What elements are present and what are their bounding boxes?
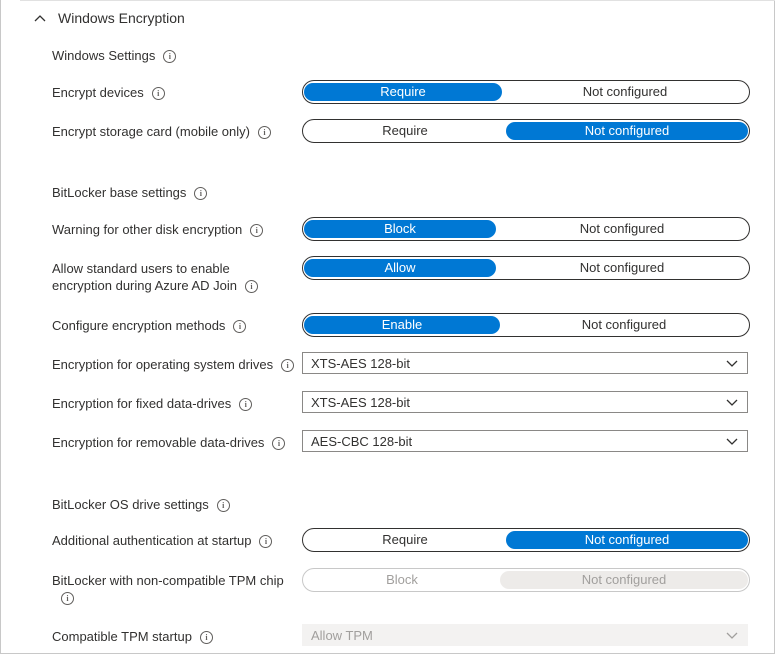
encrypt-storage-card-option-require[interactable]: Require: [304, 122, 506, 140]
info-icon[interactable]: i: [61, 592, 74, 606]
fixed-drives-value: XTS-AES 128-bit: [311, 394, 410, 410]
chevron-down-icon: [726, 438, 738, 445]
info-icon[interactable]: i: [250, 224, 264, 238]
info-icon[interactable]: i: [245, 280, 258, 294]
additional-auth-toggle[interactable]: Require Not configured: [302, 528, 750, 552]
allow-standard-users-toggle[interactable]: Allow Not configured: [302, 256, 750, 280]
warning-other-disk-option-not-configured[interactable]: Not configured: [496, 220, 748, 238]
info-icon[interactable]: i: [233, 320, 247, 334]
encrypt-devices-option-not-configured[interactable]: Not configured: [502, 83, 748, 101]
configure-methods-option-not-configured[interactable]: Not configured: [500, 316, 748, 334]
allow-standard-users-option-not-configured[interactable]: Not configured: [496, 259, 748, 277]
encrypt-storage-card-option-not-configured[interactable]: Not configured: [506, 122, 748, 140]
section-header-windows-encryption[interactable]: Windows Encryption: [32, 10, 185, 26]
non-compatible-tpm-toggle[interactable]: Block Not configured: [302, 568, 750, 592]
non-compatible-tpm-option-not-configured[interactable]: Not configured: [500, 571, 748, 589]
additional-auth-option-not-configured[interactable]: Not configured: [506, 531, 748, 549]
warning-other-disk-option-block[interactable]: Block: [304, 220, 496, 238]
bitlocker-os-heading: BitLocker OS drive settings i: [52, 497, 230, 513]
compatible-tpm-startup-dropdown[interactable]: Allow TPM: [302, 624, 748, 646]
section-title: Windows Encryption: [58, 10, 185, 26]
os-drives-label: Encryption for operating system drives i: [52, 356, 295, 373]
additional-auth-label: Additional authentication at startup i: [52, 532, 273, 549]
info-icon[interactable]: i: [259, 535, 273, 549]
additional-auth-option-require[interactable]: Require: [304, 531, 506, 549]
info-icon[interactable]: i: [151, 87, 165, 101]
info-icon[interactable]: i: [257, 126, 271, 140]
encrypt-storage-card-toggle[interactable]: Require Not configured: [302, 119, 750, 143]
configure-methods-label: Configure encryption methods i: [52, 317, 247, 334]
info-icon[interactable]: i: [281, 359, 295, 373]
info-icon[interactable]: i: [163, 50, 177, 64]
removable-drives-value: AES-CBC 128-bit: [311, 433, 413, 449]
info-icon[interactable]: i: [239, 398, 253, 412]
info-icon[interactable]: i: [194, 187, 208, 201]
fixed-drives-label: Encryption for fixed data-drives i: [52, 395, 253, 412]
chevron-down-icon: [726, 632, 738, 639]
removable-drives-label: Encryption for removable data-drives i: [52, 434, 286, 451]
info-icon[interactable]: i: [216, 499, 230, 513]
os-drives-dropdown[interactable]: XTS-AES 128-bit: [302, 352, 748, 374]
info-icon[interactable]: i: [199, 631, 213, 645]
allow-standard-users-label: Allow standard users to enable encryptio…: [52, 260, 258, 294]
info-icon[interactable]: i: [272, 437, 286, 451]
chevron-down-icon: [726, 360, 738, 367]
allow-standard-users-option-allow[interactable]: Allow: [304, 259, 496, 277]
chevron-down-icon: [726, 399, 738, 406]
os-drives-value: XTS-AES 128-bit: [311, 355, 410, 371]
non-compatible-tpm-label: BitLocker with non-compatible TPM chip i: [52, 573, 284, 606]
fixed-drives-dropdown[interactable]: XTS-AES 128-bit: [302, 391, 748, 413]
encrypt-devices-toggle[interactable]: Require Not configured: [302, 80, 750, 104]
top-divider: [20, 0, 775, 1]
compatible-tpm-startup-label: Compatible TPM startup i: [52, 628, 213, 645]
encrypt-devices-option-require[interactable]: Require: [304, 83, 502, 101]
warning-other-disk-toggle[interactable]: Block Not configured: [302, 217, 750, 241]
bitlocker-base-heading: BitLocker base settings i: [52, 185, 208, 201]
non-compatible-tpm-option-block[interactable]: Block: [304, 571, 500, 589]
encrypt-storage-card-label: Encrypt storage card (mobile only) i: [52, 123, 271, 140]
configure-methods-toggle[interactable]: Enable Not configured: [302, 313, 750, 337]
encrypt-devices-label: Encrypt devices i: [52, 84, 165, 101]
configure-methods-option-enable[interactable]: Enable: [304, 316, 500, 334]
chevron-up-icon[interactable]: [32, 10, 48, 26]
removable-drives-dropdown[interactable]: AES-CBC 128-bit: [302, 430, 748, 452]
windows-settings-heading: Windows Settings i: [52, 48, 177, 64]
compatible-tpm-startup-value: Allow TPM: [311, 627, 373, 643]
warning-other-disk-label: Warning for other disk encryption i: [52, 221, 264, 238]
